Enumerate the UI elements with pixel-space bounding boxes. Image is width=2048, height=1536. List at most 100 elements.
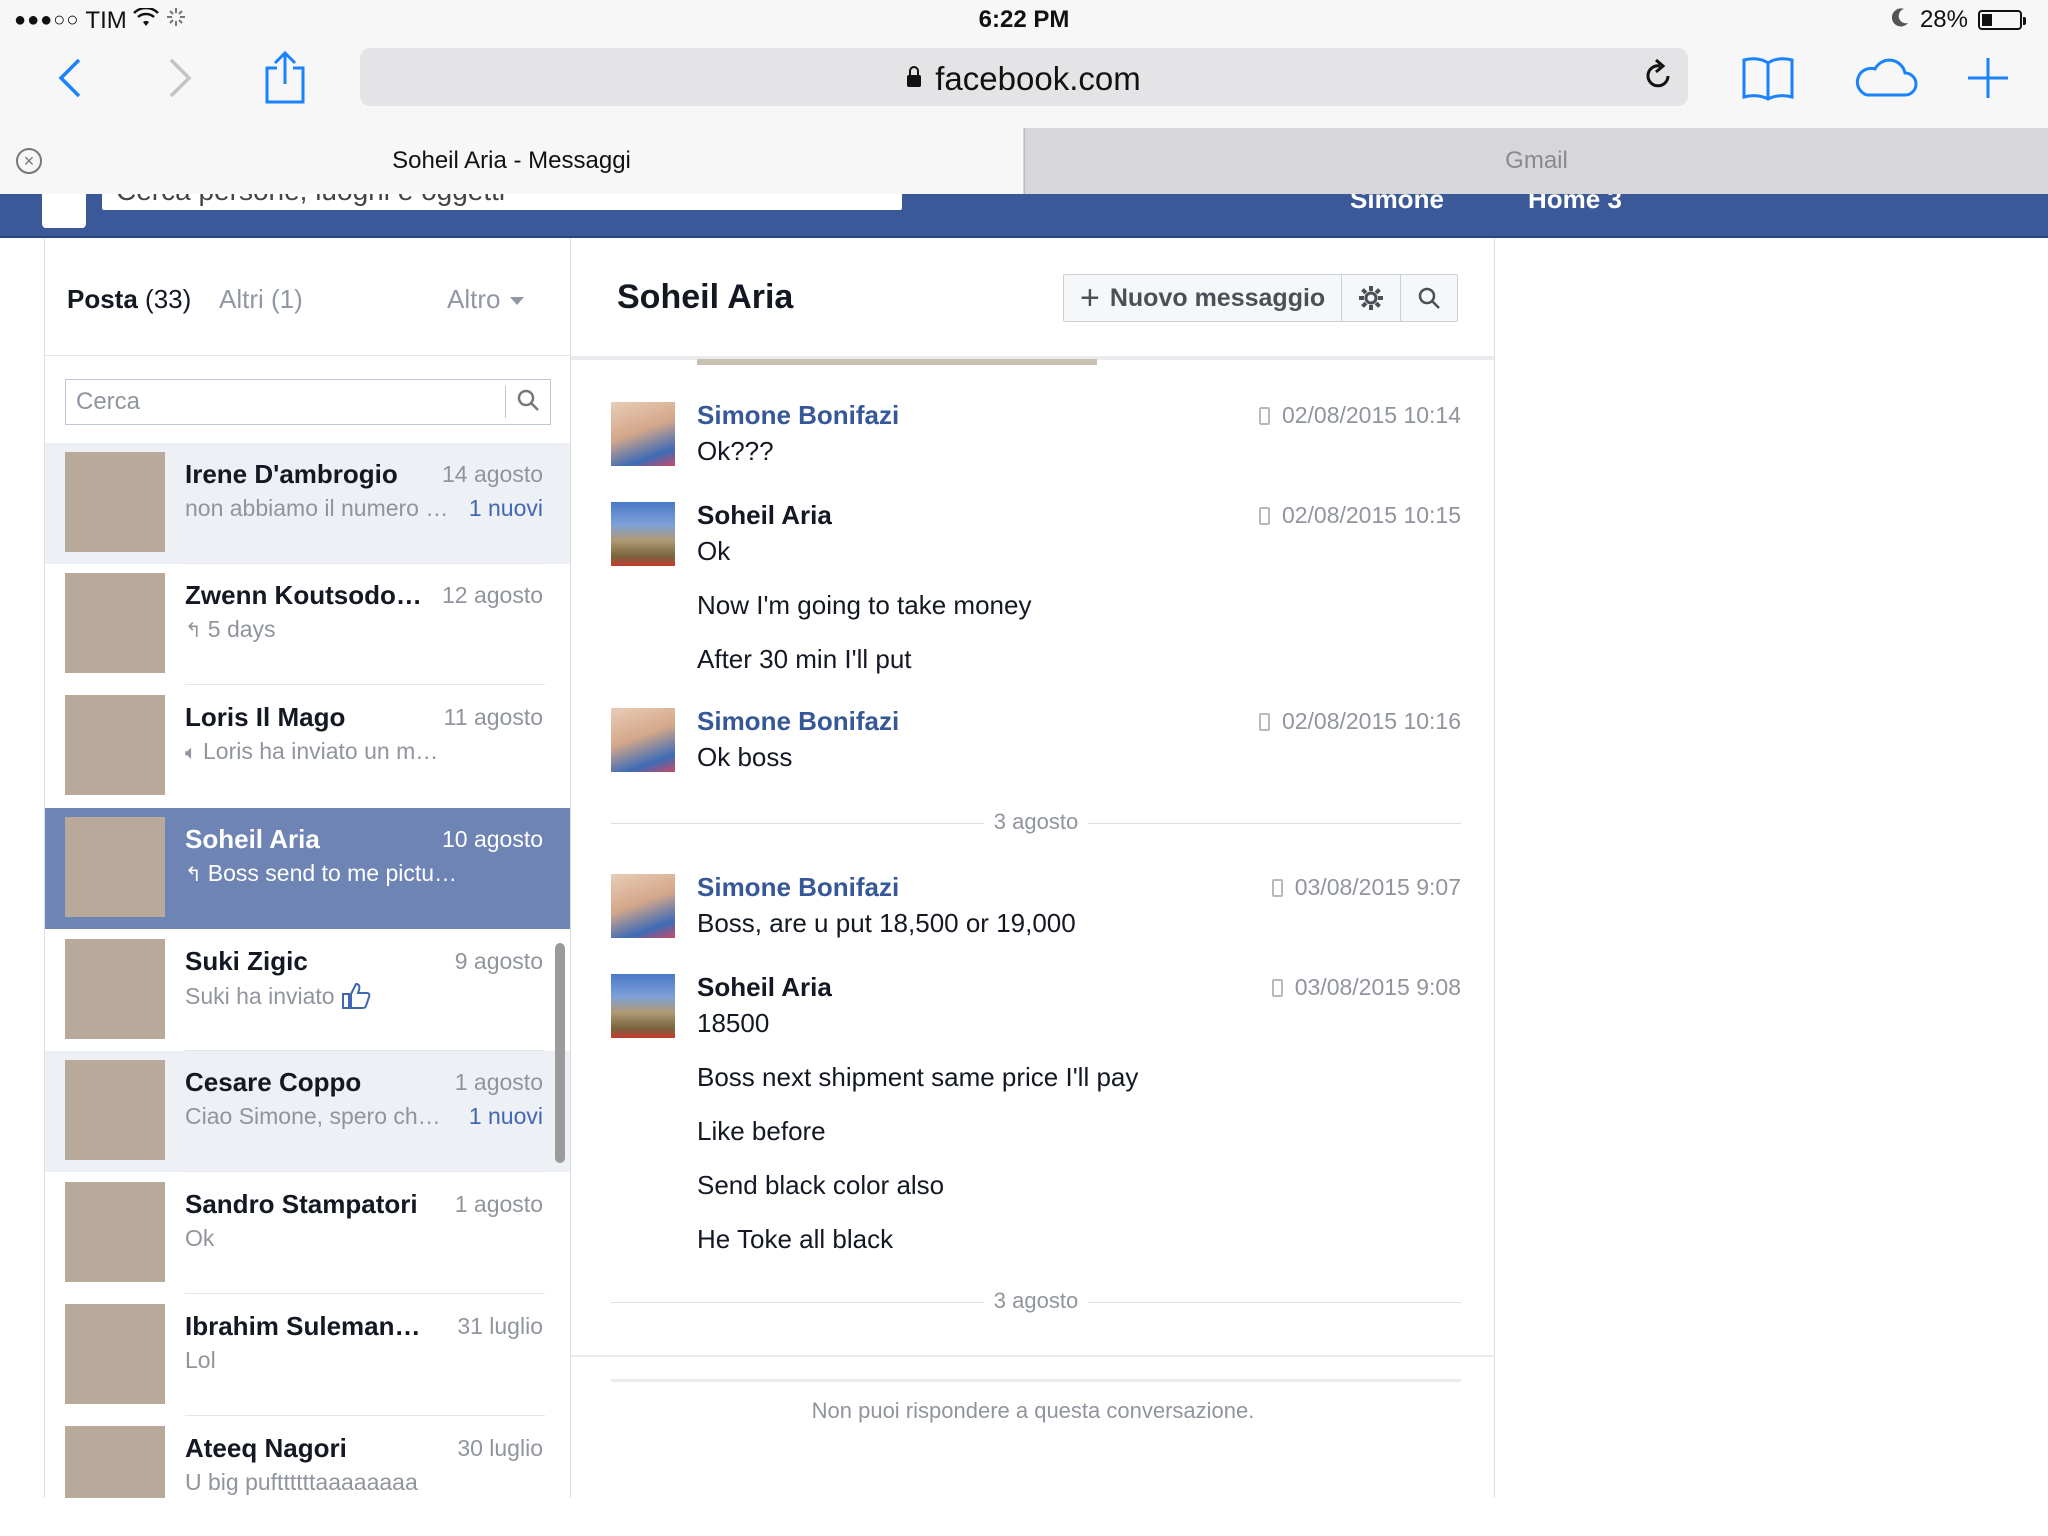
lock-icon (907, 66, 922, 87)
snippet-text: non abbiamo il numero … (185, 495, 449, 521)
snippet-text: 5 days (207, 616, 276, 642)
speaker-icon: 🔈︎ (185, 742, 197, 764)
tab-altri[interactable]: Altri (1) (219, 284, 303, 315)
reply-arrow-icon: ↰ (185, 864, 202, 886)
thread-name: Ibrahim Suleman T… (185, 1311, 425, 1341)
facebook-search-input[interactable]: Cerca persone, luoghi e oggetti (102, 194, 902, 210)
search-icon (1418, 287, 1441, 309)
search-icon[interactable] (516, 388, 540, 419)
thread-item[interactable]: Cesare Coppo 1 agosto Ciao Simone, spero c… (45, 1051, 570, 1172)
altro-label: Altro (447, 284, 501, 314)
date-separator-label: 3 agosto (983, 809, 1089, 835)
message-timestamp: 03/08/2015 9:08 (1271, 974, 1461, 1001)
thread-date: 1 agosto (454, 1191, 543, 1217)
address-bar[interactable]: facebook.com (360, 48, 1688, 106)
new-tab-button[interactable] (1958, 48, 2018, 108)
close-tab-icon[interactable]: × (16, 148, 42, 174)
new-count-badge: 1 nuovi (468, 495, 543, 521)
message-sender[interactable]: Simone Bonifazi (697, 706, 899, 737)
tab-posta[interactable]: Posta (33) (67, 284, 191, 315)
avatar[interactable] (611, 502, 675, 566)
home-label: Home (1528, 194, 1601, 214)
clipped-attachment-image (697, 359, 1097, 365)
forward-button[interactable] (150, 48, 210, 108)
avatar[interactable] (611, 708, 675, 772)
message-sender[interactable]: Soheil Aria (697, 972, 832, 1003)
message-sender[interactable]: Simone Bonifazi (697, 400, 899, 431)
thread-name: Irene D'ambrogio (185, 459, 398, 489)
message-text: Ok (697, 536, 731, 566)
home-link[interactable]: Home 3 (1528, 194, 1622, 215)
gear-icon (1359, 286, 1384, 310)
date-separator: 3 agosto (611, 809, 1461, 839)
thread-name: Sandro Stampatori (185, 1189, 418, 1219)
browser-toolbar: facebook.com (0, 42, 2048, 128)
avatar[interactable] (611, 402, 675, 466)
snippet-text: Boss send to me pictu… (207, 860, 458, 886)
tab-gmail[interactable]: Gmail (1024, 128, 2048, 194)
thread-item[interactable]: Sandro Stampatori 1 agosto Ok (45, 1173, 570, 1294)
posta-label: Posta (67, 284, 138, 314)
message-text: After 30 min I'll put (697, 644, 912, 674)
message-sender[interactable]: Simone Bonifazi (697, 872, 899, 903)
avatar[interactable] (611, 974, 675, 1038)
url-text: facebook.com (935, 60, 1141, 97)
thread-item[interactable]: Loris Il Mago 11 agosto 🔈︎ Loris ha inviato… (45, 686, 570, 807)
search-placeholder: Cerca (76, 388, 141, 415)
message-text: 18500 (697, 1008, 770, 1038)
altro-dropdown[interactable]: Altro (447, 284, 525, 315)
thread-list-scrollbar[interactable] (555, 943, 565, 1163)
caret-down-icon (510, 297, 525, 306)
thread-item[interactable]: Irene D'ambrogio 14 agosto non abbiamo il … (45, 443, 570, 564)
thread-snippet: Suki ha inviato (185, 982, 371, 1010)
mobile-phone-icon (1271, 979, 1283, 997)
avatar (65, 695, 165, 795)
date-separator-label: 3 agosto (983, 1288, 1089, 1314)
inbox-header: Posta (33) Altri (1) Altro (45, 238, 570, 356)
thread-snippet: Ok (185, 1225, 214, 1252)
avatar (65, 1182, 165, 1282)
thread-snippet: Lol (185, 1347, 216, 1374)
avatar[interactable] (611, 874, 675, 938)
tab-facebook-messages[interactable]: × Soheil Aria - Messaggi (0, 128, 1023, 194)
search-conversation-button[interactable] (1401, 275, 1457, 321)
icloud-tabs-button[interactable] (1850, 48, 1920, 108)
timestamp-text: 02/08/2015 10:15 (1281, 502, 1461, 528)
message-text: Ok boss (697, 742, 793, 772)
new-message-button[interactable]: + Nuovo messaggio (1064, 275, 1343, 321)
thread-item[interactable]: Suki Zigic 9 agosto Suki ha inviato (45, 930, 570, 1051)
tab-title: Soheil Aria - Messaggi (392, 147, 631, 174)
thread-item[interactable]: Zwenn Koutsodo… 12 agosto ↰ 5 days (45, 564, 570, 685)
plus-icon: + (1080, 278, 1100, 317)
timestamp-text: 02/08/2015 10:14 (1281, 402, 1461, 428)
facebook-header: Cerca persone, luoghi e oggetti Simone H… (0, 194, 2048, 238)
thread-date: 10 agosto (441, 826, 543, 852)
mobile-phone-icon (1258, 713, 1270, 731)
message-text: He Toke all black (697, 1224, 894, 1254)
thread-name: Zwenn Koutsodo… (185, 580, 422, 610)
reload-icon[interactable] (1642, 58, 1674, 97)
message-sender[interactable]: Soheil Aria (697, 500, 832, 531)
chevron-left-icon (58, 58, 81, 98)
thread-item[interactable]: Ibrahim Suleman T… 31 luglio Lol (45, 1295, 570, 1416)
message-text: Now I'm going to take money (697, 590, 1032, 620)
thread-item[interactable]: Soheil Aria 10 agosto ↰ Boss send to me pic… (45, 808, 570, 929)
thread-item[interactable]: Ateeq Nagori 30 luglio U big pufttttttaaaa… (45, 1417, 570, 1498)
snippet-text: Lol (185, 1347, 216, 1373)
back-button[interactable] (40, 48, 100, 108)
share-button[interactable] (255, 48, 315, 108)
thread-snippet: 🔈︎ Loris ha inviato un m… (185, 738, 438, 765)
bookmarks-button[interactable] (1738, 48, 1798, 108)
inbox-search-input[interactable]: Cerca (65, 379, 551, 425)
snippet-text: U big pufttttttaaaaaaaa (185, 1469, 418, 1495)
facebook-logo-icon[interactable] (42, 194, 86, 228)
altri-label: Altri (219, 284, 264, 314)
profile-link[interactable]: Simone (1350, 194, 1444, 215)
battery-icon (1978, 10, 2026, 30)
settings-button[interactable] (1342, 275, 1402, 321)
thread-name: Loris Il Mago (185, 702, 346, 732)
date-separator: 3 agosto (611, 1288, 1461, 1318)
thread-name: Cesare Coppo (185, 1067, 362, 1097)
no-reply-notice: Non puoi rispondere a questa conversazio… (811, 1398, 1255, 1423)
timestamp-text: 02/08/2015 10:16 (1281, 708, 1461, 734)
